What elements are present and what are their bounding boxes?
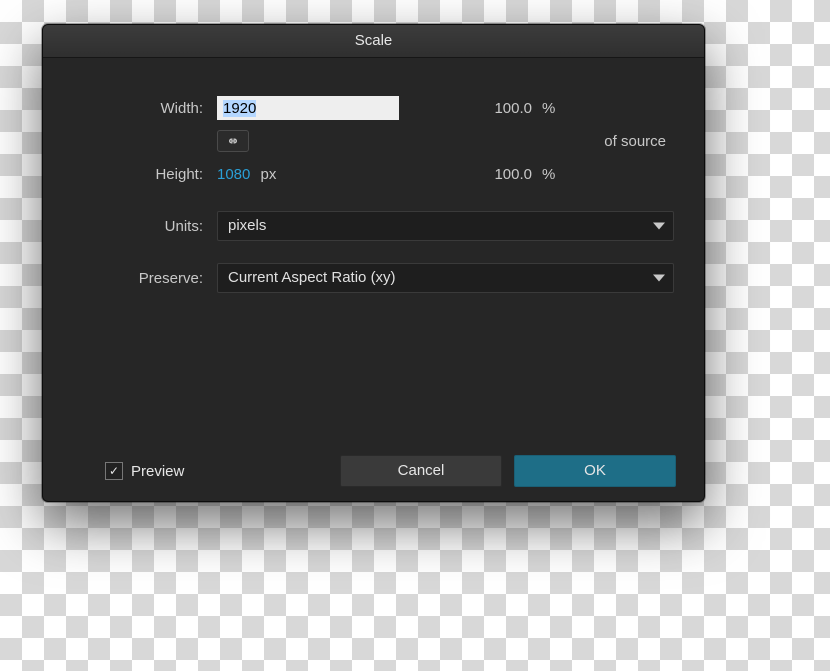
height-row: Height: 1080 px 100.0 % [73, 154, 674, 194]
dialog-title: Scale [43, 25, 704, 58]
ok-button[interactable]: OK [514, 455, 676, 487]
preserve-row: Preserve: Current Aspect Ratio (xy) [73, 258, 674, 298]
link-row: of source [73, 128, 674, 154]
height-percent-unit: % [542, 166, 572, 183]
height-label: Height: [73, 166, 217, 183]
units-label: Units: [73, 218, 217, 235]
units-row: Units: pixels [73, 206, 674, 246]
preserve-select[interactable]: Current Aspect Ratio (xy) [217, 263, 674, 293]
scale-dialog: Scale Width: 100.0 % [42, 24, 705, 502]
width-input[interactable] [217, 96, 399, 120]
units-select[interactable]: pixels [217, 211, 674, 241]
preview-label: Preview [131, 463, 184, 480]
width-value-cell [217, 96, 417, 120]
height-value-cell[interactable]: 1080 px [217, 166, 417, 183]
units-select-value: pixels [228, 217, 266, 234]
width-row: Width: 100.0 % [73, 88, 674, 128]
width-label: Width: [73, 100, 217, 117]
height-percent[interactable]: 100.0 [417, 166, 542, 183]
preview-checkbox[interactable] [105, 462, 123, 480]
width-percent[interactable]: 100.0 [417, 100, 542, 117]
caret-down-icon [653, 275, 665, 282]
preserve-select-value: Current Aspect Ratio (xy) [228, 269, 396, 286]
of-source-label: of source [572, 133, 674, 150]
dialog-body: Width: 100.0 % [43, 58, 704, 298]
height-unit: px [261, 166, 277, 183]
width-percent-unit: % [542, 100, 572, 117]
chain-icon [225, 135, 241, 147]
dialog-footer: Preview Cancel OK [43, 441, 704, 501]
height-value[interactable]: 1080 [217, 166, 250, 183]
caret-down-icon [653, 223, 665, 230]
link-icon[interactable] [217, 130, 249, 152]
preview-toggle[interactable]: Preview [105, 462, 184, 480]
cancel-button[interactable]: Cancel [340, 455, 502, 487]
preserve-label: Preserve: [73, 270, 217, 287]
